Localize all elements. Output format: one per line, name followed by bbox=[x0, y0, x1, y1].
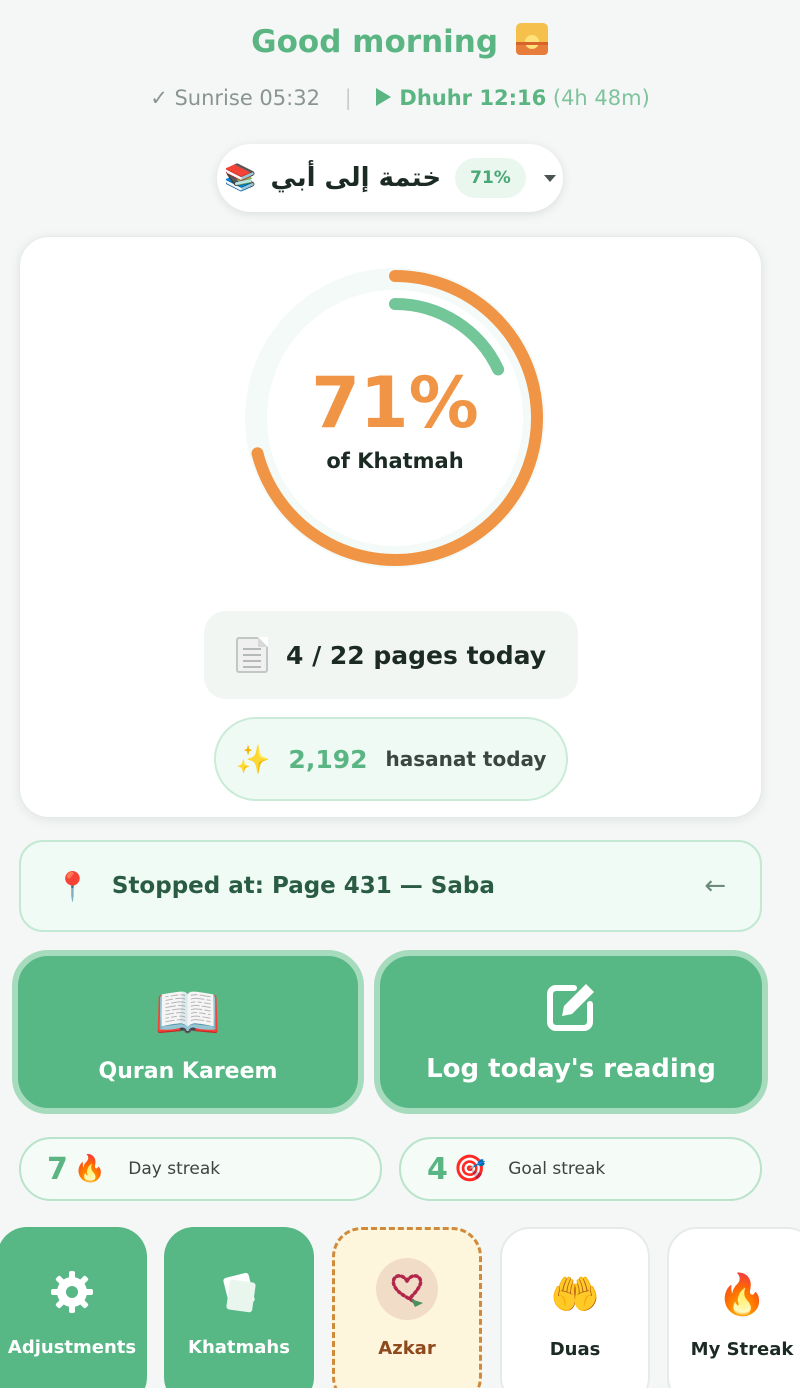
target-icon: 🎯 bbox=[453, 1154, 487, 1184]
hasanat-count: 2,192 bbox=[288, 744, 368, 774]
progress-ring: 71% of Khatmah bbox=[230, 253, 560, 583]
khatmah-percent: 71% bbox=[311, 362, 479, 444]
tile-duas[interactable]: 🤲 Duas bbox=[500, 1227, 650, 1388]
tile-duas-label: Duas bbox=[549, 1339, 601, 1360]
progress-card: 71% of Khatmah 4 / 22 pages today ✨ 2,19… bbox=[19, 236, 762, 818]
log-reading-button[interactable]: Log today's reading bbox=[374, 950, 768, 1114]
divider: | bbox=[344, 86, 352, 110]
tile-adjustments-label: Adjustments bbox=[7, 1337, 137, 1358]
tile-azkar-label: Azkar bbox=[378, 1338, 436, 1359]
gear-icon bbox=[49, 1263, 95, 1321]
goal-streak-value: 4 bbox=[427, 1151, 448, 1187]
pin-icon: 📍 bbox=[55, 869, 90, 903]
quran-kareem-button[interactable]: 📖 Quran Kareem bbox=[12, 950, 364, 1114]
fire-icon: 🔥 bbox=[717, 1271, 767, 1318]
open-book-icon: 📖 bbox=[154, 980, 222, 1044]
sunrise-icon bbox=[515, 23, 548, 55]
day-streak-chip[interactable]: 7 🔥 Day streak bbox=[19, 1137, 382, 1201]
resume-reading-bar[interactable]: 📍 Stopped at: Page 431 — Saba ← bbox=[19, 840, 762, 932]
goal-streak-chip[interactable]: 4 🎯 Goal streak bbox=[399, 1137, 762, 1201]
next-prayer: Dhuhr 12:16 bbox=[399, 86, 547, 110]
greeting-text: Good morning bbox=[251, 24, 499, 60]
pages-today-pill: 4 / 22 pages today bbox=[204, 611, 578, 699]
home-screen: Good morning ✓ Sunrise 05:32 | Dhuhr 12:… bbox=[0, 0, 800, 1388]
next-prayer-remaining: (4h 48m) bbox=[552, 86, 650, 110]
quran-kareem-label: Quran Kareem bbox=[98, 1058, 278, 1084]
sunrise-time: ✓ Sunrise 05:32 bbox=[150, 86, 320, 110]
edit-icon bbox=[547, 984, 594, 1031]
ring-label: 71% of Khatmah bbox=[230, 363, 560, 473]
fire-icon: 🔥 bbox=[73, 1154, 107, 1184]
hasanat-pill: ✨ 2,192 hasanat today bbox=[214, 717, 568, 801]
tile-khatmahs-label: Khatmahs bbox=[188, 1337, 290, 1358]
day-streak-label: Day streak bbox=[128, 1159, 221, 1179]
pages-today: 4 / 22 pages today bbox=[285, 640, 547, 670]
page-icon bbox=[235, 637, 268, 673]
greeting: Good morning bbox=[0, 22, 800, 60]
chevron-down-icon bbox=[543, 174, 556, 182]
hasanat-label: hasanat today bbox=[385, 747, 547, 771]
sparkles-icon: ✨ bbox=[235, 742, 271, 776]
log-reading-label: Log today's reading bbox=[426, 1054, 716, 1084]
pages-stack-icon bbox=[216, 1263, 262, 1321]
arrow-left-icon: ← bbox=[704, 871, 726, 901]
prayer-times-row: ✓ Sunrise 05:32 | Dhuhr 12:16 (4h 48m) bbox=[0, 86, 800, 110]
khatmah-caption: of Khatmah bbox=[326, 449, 464, 473]
khatmah-percent-badge: 71% bbox=[455, 158, 526, 198]
raised-hands-icon: 🤲 bbox=[550, 1271, 600, 1318]
books-icon: 📚 bbox=[224, 163, 257, 193]
khatmah-name: ختمة إلى أبي bbox=[270, 163, 442, 193]
goal-streak-label: Goal streak bbox=[508, 1159, 606, 1179]
stopped-at-text: Stopped at: Page 431 — Saba bbox=[111, 873, 495, 899]
tile-khatmahs[interactable]: Khatmahs bbox=[164, 1227, 314, 1388]
day-streak-value: 7 bbox=[47, 1151, 68, 1187]
tile-my-streak[interactable]: 🔥 My Streak bbox=[667, 1227, 800, 1388]
prayer-beads-icon bbox=[376, 1254, 438, 1324]
tile-adjustments[interactable]: Adjustments bbox=[0, 1227, 147, 1388]
tile-azkar[interactable]: Azkar bbox=[332, 1227, 482, 1388]
tile-my-streak-label: My Streak bbox=[690, 1339, 794, 1360]
khatmah-selector[interactable]: 📚 ختمة إلى أبي 71% bbox=[217, 144, 563, 212]
play-icon bbox=[376, 88, 392, 106]
